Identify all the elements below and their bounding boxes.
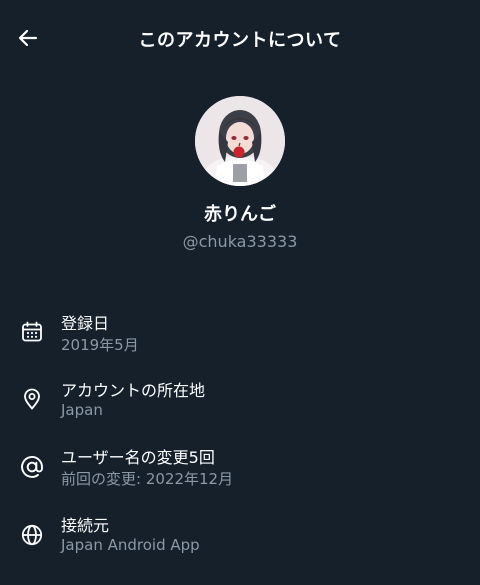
- info-row-location: アカウントの所在地 Japan: [0, 377, 480, 427]
- display-name: 赤りんご: [204, 204, 276, 225]
- info-label: ユーザー名の変更5回: [61, 448, 215, 467]
- info-row-username-changes: ユーザー名の変更5回 前回の変更: 2022年12月: [0, 444, 480, 494]
- page-title: このアカウントについて: [138, 30, 342, 51]
- info-value: Japan Android App: [61, 536, 200, 554]
- info-row-connected-via: 接続元 Japan Android App: [0, 512, 480, 562]
- calendar-icon: [19, 319, 45, 345]
- info-label: 接続元: [61, 516, 110, 535]
- at-sign-icon: [19, 454, 45, 480]
- profile-section: 赤りんご @chuka33333: [0, 96, 480, 251]
- avatar-illustration: [195, 96, 285, 186]
- info-label: 登録日: [61, 314, 110, 333]
- info-value: 前回の変更: 2022年12月: [61, 470, 234, 488]
- info-row-joined: 登録日 2019年5月: [0, 310, 480, 360]
- avatar[interactable]: [195, 96, 285, 186]
- info-value: 2019年5月: [61, 336, 139, 354]
- username-handle: @chuka33333: [182, 232, 298, 251]
- info-label: アカウントの所在地: [61, 381, 206, 400]
- info-value: Japan: [61, 401, 103, 419]
- top-bar: このアカウントについて: [0, 0, 480, 78]
- globe-icon: [19, 522, 45, 548]
- location-pin-icon: [19, 386, 45, 412]
